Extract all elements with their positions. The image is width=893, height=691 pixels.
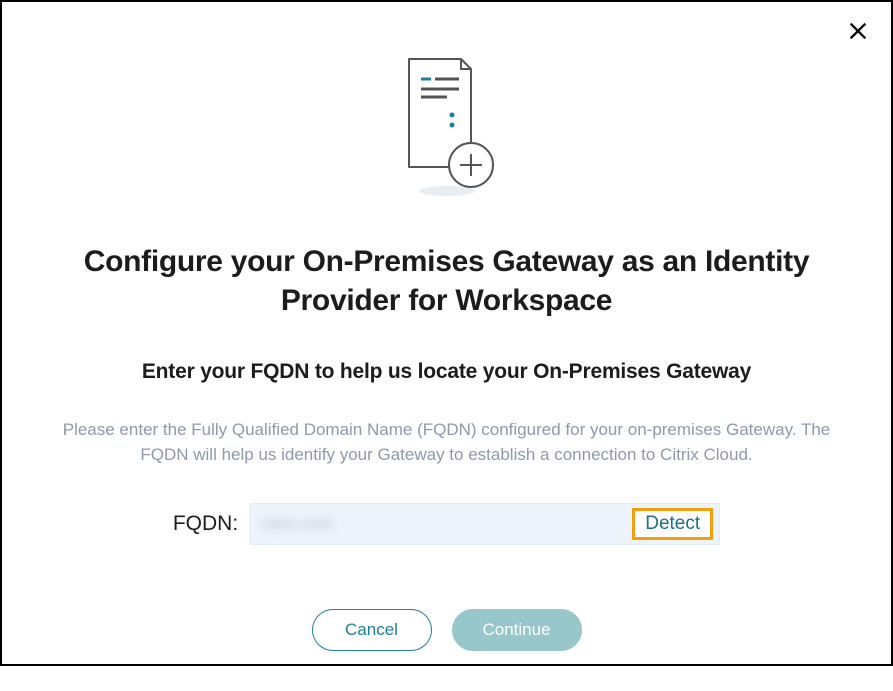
- document-plus-icon: [397, 57, 497, 202]
- dialog-description: Please enter the Fully Qualified Domain …: [52, 418, 842, 467]
- continue-button[interactable]: Continue: [452, 609, 582, 651]
- fqdn-field-wrap: Detect: [250, 503, 720, 545]
- close-button[interactable]: [847, 20, 869, 47]
- fqdn-row: FQDN: Detect: [173, 503, 720, 545]
- close-icon: [847, 20, 869, 42]
- dialog-actions: Cancel Continue: [312, 609, 582, 651]
- fqdn-label: FQDN:: [173, 512, 238, 536]
- fqdn-input[interactable]: [261, 514, 632, 534]
- cancel-button[interactable]: Cancel: [312, 609, 432, 651]
- dialog-heading: Configure your On-Premises Gateway as an…: [67, 242, 827, 320]
- dialog-subheading: Enter your FQDN to help us locate your O…: [142, 360, 751, 384]
- dialog-container: Configure your On-Premises Gateway as an…: [2, 2, 891, 691]
- detect-button[interactable]: Detect: [632, 508, 713, 540]
